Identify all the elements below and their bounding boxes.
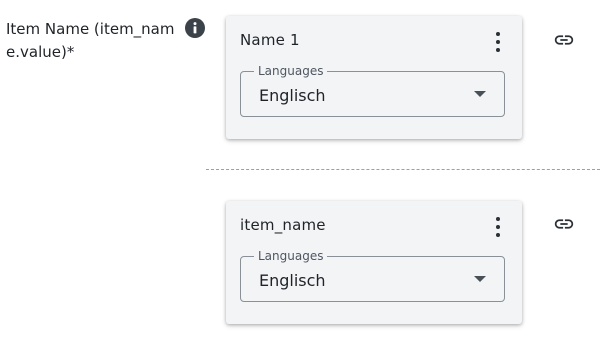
- link-icon[interactable]: [552, 212, 576, 236]
- more-vertical-icon[interactable]: [492, 32, 504, 52]
- name-card: Name 1 Languages Englisch: [226, 16, 522, 139]
- languages-select[interactable]: Languages Englisch: [240, 249, 505, 302]
- info-icon[interactable]: [185, 18, 205, 38]
- page: Item Name (item_name.value)* Name 1 Lang…: [0, 0, 600, 348]
- select-legend: Languages: [254, 249, 328, 263]
- link-icon[interactable]: [552, 28, 576, 52]
- select-value: Englisch: [259, 271, 326, 290]
- languages-select[interactable]: Languages Englisch: [240, 64, 505, 117]
- field-label: Item Name (item_name.value)*: [6, 20, 175, 61]
- select-legend: Languages: [254, 64, 328, 78]
- select-value: Englisch: [259, 86, 326, 105]
- dropdown-arrow-icon[interactable]: [474, 91, 486, 97]
- more-vertical-icon[interactable]: [492, 217, 504, 237]
- card-title: item_name: [240, 216, 326, 234]
- name-card: item_name Languages Englisch: [226, 201, 522, 324]
- dropdown-arrow-icon[interactable]: [474, 276, 486, 282]
- divider: [206, 169, 600, 170]
- card-title: Name 1: [240, 31, 300, 49]
